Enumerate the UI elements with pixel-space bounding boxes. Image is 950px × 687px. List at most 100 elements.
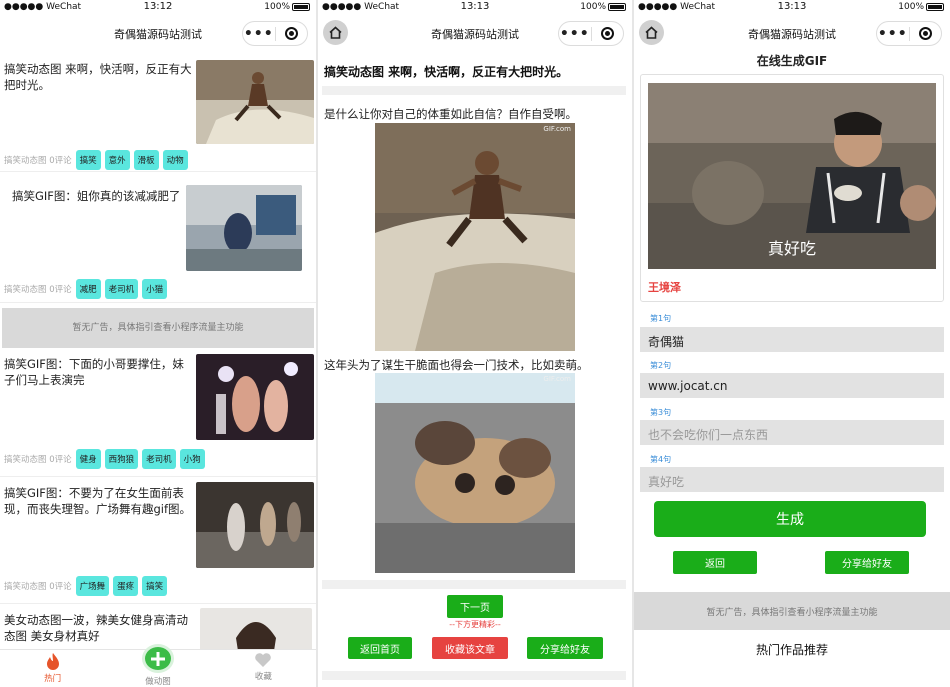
heart-icon — [255, 653, 272, 667]
battery-text: 100% — [898, 2, 924, 12]
battery-text: 100% — [580, 2, 606, 12]
tag[interactable]: 西狗狼 — [104, 449, 139, 469]
tag[interactable]: 滑板 — [133, 150, 159, 170]
list-item[interactable]: 搞笑GIF图：下面的小哥要撑住，妹子们马上表演完 搞笑动态图 0评论 健身 西狗… — [0, 353, 316, 477]
post-meta: 搞笑动态图 0评论 — [4, 455, 72, 465]
generate-button[interactable]: 生成 — [654, 501, 926, 537]
post-title: 搞笑GIF图：下面的小哥要撑住，妹子们马上表演完 — [4, 357, 184, 387]
gif-preview-card: 真好吃 — [640, 74, 944, 302]
battery-icon — [608, 3, 626, 11]
article-text: 是什么让你对自己的体重如此自信？自作自受啊。 — [324, 107, 577, 121]
tag[interactable]: 动物 — [162, 150, 188, 170]
post-title: 美女动态图一波，辣美女健身高清动态图 美女身材真好 — [4, 613, 188, 643]
tab-make-label: 做动图 — [145, 677, 171, 687]
battery-icon — [292, 3, 310, 11]
nav-bar: 奇偶猫源码站测试 ••• — [634, 16, 950, 50]
page-title: 在线生成GIF — [756, 54, 828, 68]
gif-watermark: GIF.com — [543, 375, 571, 383]
tag[interactable]: 蛋疼 — [113, 576, 139, 596]
tag[interactable]: 健身 — [75, 449, 101, 469]
line-input[interactable]: www.jocat.cn — [640, 373, 944, 398]
divider — [322, 671, 626, 680]
tag[interactable]: 搞笑 — [75, 150, 101, 170]
share-button[interactable]: 分享给好友 — [825, 551, 909, 574]
article-title: 搞笑动态图 来啊，快活啊，反正有大把时光。 — [324, 65, 569, 79]
more-icon[interactable]: ••• — [877, 27, 909, 41]
tab-bar: 热门 做动图 收藏 — [0, 644, 316, 687]
close-miniprogram-icon[interactable] — [275, 27, 307, 40]
article-gif: GIF.com — [375, 373, 575, 573]
share-button[interactable]: 分享给好友 — [527, 637, 603, 659]
post-meta: 搞笑动态图 0评论 — [4, 285, 72, 295]
line-label: 第2句 — [650, 361, 672, 370]
divider — [322, 580, 626, 589]
tag[interactable]: 意外 — [104, 150, 130, 170]
tag[interactable]: 小猫 — [142, 279, 168, 299]
post-meta: 搞笑动态图 0评论 — [4, 582, 72, 592]
post-thumbnail — [186, 185, 302, 271]
back-button[interactable]: 返回 — [673, 551, 757, 574]
status-bar: ●●●●● WeChat 13:12 100% — [0, 0, 316, 16]
recommend-heading: 热门作品推荐 — [755, 643, 828, 657]
tag[interactable]: 老司机 — [142, 449, 176, 469]
gif-watermark: GIF.com — [543, 125, 571, 133]
tab-favorite-label: 收藏 — [254, 672, 272, 682]
list-item[interactable]: 搞笑动态图 来啊，快活啊，反正有大把时光。 搞笑动态图 0评论 搞笑 意外 滑板… — [0, 50, 316, 172]
gif-caption: 真好吃 — [767, 239, 816, 258]
ad-placeholder: 暂无广告，具体指引查看小程序流量主功能 — [2, 308, 314, 348]
post-thumbnail — [196, 482, 314, 568]
post-meta: 搞笑动态图 0评论 — [4, 156, 72, 166]
battery-text: 100% — [264, 2, 290, 12]
line-label: 第4句 — [650, 455, 672, 464]
back-home-button[interactable]: 返回首页 — [348, 637, 412, 659]
nav-bar: 奇偶猫源码站测试 ••• — [0, 16, 316, 50]
more-icon[interactable]: ••• — [559, 27, 591, 41]
tab-favorite[interactable]: 收藏 — [211, 650, 316, 687]
capsule-menu[interactable]: ••• — [876, 21, 942, 46]
phone-feed: ●●●●● WeChat 13:12 100% 奇偶猫源码站测试 ••• 搞笑动… — [0, 0, 316, 687]
close-miniprogram-icon[interactable] — [591, 27, 623, 40]
tab-hot[interactable]: 热门 — [0, 650, 105, 687]
tag[interactable]: 广场舞 — [75, 576, 110, 596]
line-label: 第3句 — [650, 408, 672, 417]
tab-make[interactable]: 做动图 — [105, 644, 210, 687]
post-title: 搞笑GIF图：姐你真的该减减肥了 — [12, 189, 181, 203]
list-item[interactable]: 搞笑GIF图：姐你真的该减减肥了 搞笑动态图 0评论 减肥 老司机 小猫 — [0, 172, 316, 303]
favorite-article-button[interactable]: 收藏该文章 — [432, 637, 508, 659]
tag[interactable]: 搞笑 — [142, 576, 168, 596]
post-title: 搞笑GIF图：不要为了在女生面前表现，而丧失理智。广场舞有趣gif图。 — [4, 486, 192, 516]
template-author: 王境泽 — [648, 281, 681, 294]
plus-icon — [141, 644, 174, 673]
tag[interactable]: 小狗 — [179, 449, 205, 469]
line-input[interactable]: 也不会吃你们一点东西 — [640, 420, 944, 445]
post-list: 搞笑动态图 来啊，快活啊，反正有大把时光。 搞笑动态图 0评论 搞笑 意外 滑板… — [0, 50, 316, 664]
article-gif: GIF.com — [375, 123, 575, 351]
ad-placeholder: 暂无广告，具体指引查看小程序流量主功能 — [634, 592, 950, 630]
capsule-menu[interactable]: ••• — [558, 21, 624, 46]
post-thumbnail — [196, 354, 314, 440]
phone-gif-generator: ●●●●● WeChat 13:13 100% 奇偶猫源码站测试 ••• 在线生… — [634, 0, 950, 687]
gif-preview: 真好吃 — [648, 83, 936, 269]
nav-bar: 奇偶猫源码站测试 ••• — [318, 16, 632, 50]
divider — [322, 86, 626, 95]
tag[interactable]: 老司机 — [104, 279, 139, 299]
tag[interactable]: 减肥 — [75, 279, 101, 299]
flame-icon — [46, 653, 59, 670]
battery-icon — [926, 3, 944, 11]
post-title: 搞笑动态图 来啊，快活啊，反正有大把时光。 — [4, 62, 192, 92]
line-label: 第1句 — [650, 314, 672, 323]
status-bar: ●●●●● WeChat 13:13 100% — [318, 0, 632, 16]
more-icon[interactable]: ••• — [243, 27, 275, 41]
more-hint: --下方更精彩-- — [449, 620, 501, 629]
next-page-button[interactable]: 下一页 — [447, 595, 503, 618]
list-item[interactable]: 搞笑GIF图：不要为了在女生面前表现，而丧失理智。广场舞有趣gif图。 搞笑动态… — [0, 477, 316, 604]
status-bar: ●●●●● WeChat 13:13 100% — [634, 0, 950, 16]
tab-hot-label: 热门 — [44, 674, 62, 684]
phone-article: ●●●●● WeChat 13:13 100% 奇偶猫源码站测试 ••• 搞笑动… — [318, 0, 632, 687]
line-input[interactable]: 奇偶猫 — [640, 327, 944, 352]
post-thumbnail — [196, 60, 314, 144]
article-text: 这年头为了谋生干脆面也得会一门技术，比如卖萌。 — [324, 358, 589, 372]
line-input[interactable]: 真好吃 — [640, 467, 944, 492]
capsule-menu[interactable]: ••• — [242, 21, 308, 46]
close-miniprogram-icon[interactable] — [909, 27, 941, 40]
